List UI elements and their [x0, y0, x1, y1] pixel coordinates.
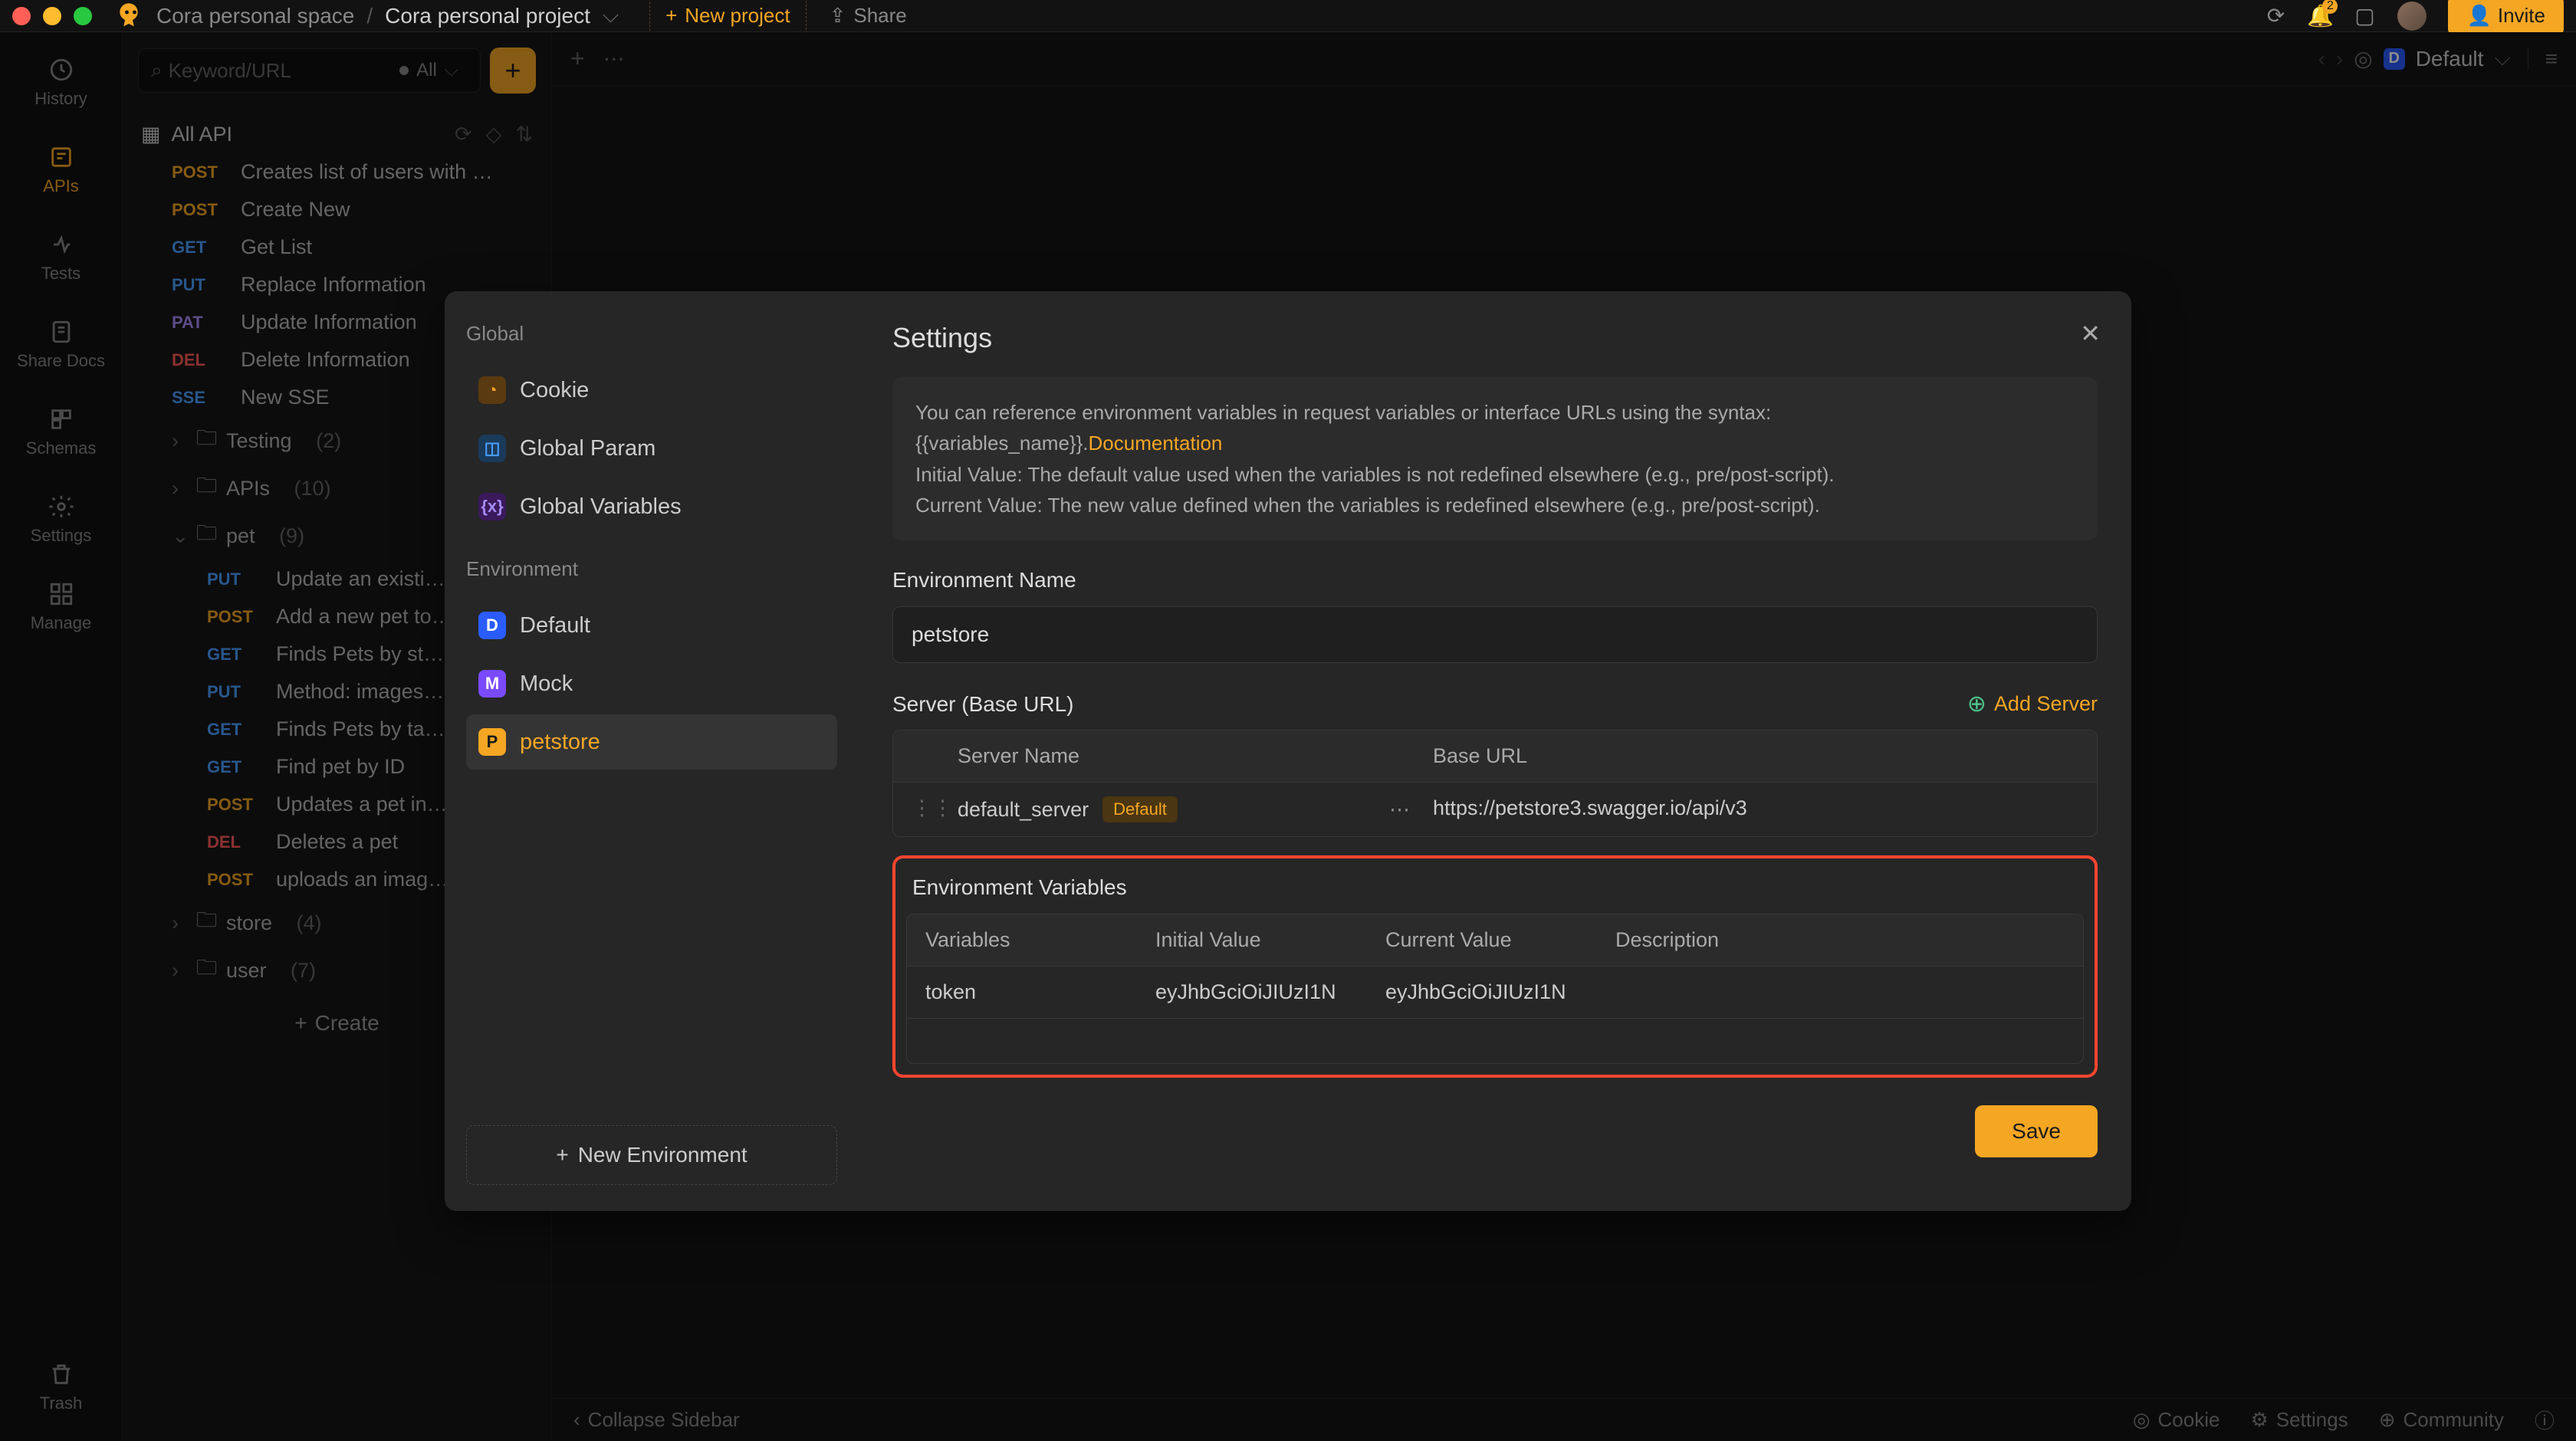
col-base-url: Base URL — [1433, 744, 2078, 768]
add-server-button[interactable]: ⊕Add Server — [1967, 691, 2098, 717]
modal-title: Settings — [892, 322, 2098, 354]
server-name: default_server — [958, 798, 1089, 822]
var-current[interactable]: eyJhbGciOiJIUzI1N — [1385, 980, 1615, 1004]
drag-handle-icon[interactable]: ⋮⋮ — [912, 796, 958, 822]
new-project-button[interactable]: + New project — [649, 0, 806, 36]
plus-icon: + — [665, 4, 677, 28]
documentation-link[interactable]: Documentation — [1089, 432, 1223, 455]
share-label: Share — [853, 4, 906, 28]
ms-env-petstore[interactable]: Ppetstore — [466, 714, 837, 770]
modal-sidebar: Global ◔Cookie ◫Global Param {x}Global V… — [445, 291, 859, 1211]
invite-label: Invite — [2498, 4, 2545, 28]
share-button[interactable]: ⇪ Share — [830, 4, 907, 28]
breadcrumb-space[interactable]: Cora personal space — [156, 4, 354, 28]
env-name-input[interactable] — [892, 606, 2098, 663]
plus-circle-icon: ⊕ — [1967, 691, 1986, 717]
share-icon: ⇪ — [830, 4, 846, 28]
ms-cookie[interactable]: ◔Cookie — [466, 363, 837, 418]
var-desc[interactable] — [1615, 980, 2065, 1004]
col-description: Description — [1615, 928, 2065, 952]
titlebar: Cora personal space / Cora personal proj… — [0, 0, 2576, 32]
breadcrumb-project[interactable]: Cora personal project — [385, 4, 590, 28]
var-name[interactable]: token — [925, 980, 1155, 1004]
modal-global-label: Global — [466, 322, 837, 346]
minimize-window[interactable] — [43, 7, 61, 25]
user-plus-icon: 👤 — [2466, 4, 2491, 28]
col-server-name: Server Name — [958, 744, 1433, 768]
default-tag: Default — [1102, 796, 1178, 822]
ms-global-vars[interactable]: {x}Global Variables — [466, 479, 837, 534]
env-vars-section: Environment Variables Variables Initial … — [892, 855, 2098, 1078]
chevron-down-icon[interactable]: ⌵ — [603, 3, 619, 28]
breadcrumb: Cora personal space / Cora personal proj… — [156, 3, 619, 28]
invite-button[interactable]: 👤 Invite — [2448, 0, 2564, 35]
avatar[interactable] — [2397, 2, 2426, 31]
sync-icon[interactable]: ⟳ — [2264, 5, 2287, 28]
param-icon: ◫ — [478, 435, 506, 462]
var-row-empty[interactable] — [907, 1019, 2083, 1063]
settings-modal: Global ◔Cookie ◫Global Param {x}Global V… — [445, 291, 2131, 1211]
vars-table: Variables Initial Value Current Value De… — [906, 914, 2084, 1064]
ms-global-param[interactable]: ◫Global Param — [466, 421, 837, 476]
app-logo-icon — [113, 1, 144, 31]
info-box: You can reference environment variables … — [892, 377, 2098, 540]
maximize-window[interactable] — [74, 7, 92, 25]
env-p-icon: P — [478, 728, 506, 756]
modal-main: Settings ✕ You can reference environment… — [859, 291, 2131, 1211]
server-label: Server (Base URL) — [892, 692, 1074, 717]
close-window[interactable] — [12, 7, 31, 25]
ms-env-mock[interactable]: MMock — [466, 656, 837, 711]
notif-badge: 2 — [2322, 0, 2338, 14]
more-icon[interactable]: ⋯ — [1389, 798, 1410, 822]
vars-icon: {x} — [478, 493, 506, 520]
server-row[interactable]: ⋮⋮ default_server Default ⋯ https://petsto… — [893, 783, 2097, 836]
cookie-icon: ◔ — [478, 376, 506, 404]
env-vars-label: Environment Variables — [906, 869, 2084, 914]
close-icon[interactable]: ✕ — [2080, 319, 2101, 348]
new-environment-button[interactable]: +New Environment — [466, 1125, 837, 1185]
col-initial-value: Initial Value — [1155, 928, 1385, 952]
plus-icon: + — [556, 1143, 568, 1167]
server-table: Server NameBase URL ⋮⋮ default_server Def… — [892, 730, 2098, 837]
env-d-icon: D — [478, 612, 506, 639]
env-name-label: Environment Name — [892, 568, 2098, 592]
calendar-icon[interactable]: ▢ — [2353, 5, 2376, 28]
col-variables: Variables — [925, 928, 1155, 952]
var-initial[interactable]: eyJhbGciOiJIUzI1N — [1155, 980, 1385, 1004]
bell-icon[interactable]: 🔔2 — [2308, 5, 2331, 28]
col-current-value: Current Value — [1385, 928, 1615, 952]
window-controls — [12, 7, 92, 25]
modal-env-label: Environment — [466, 557, 837, 581]
env-m-icon: M — [478, 670, 506, 698]
server-url[interactable]: https://petstore3.swagger.io/api/v3 — [1433, 796, 2078, 822]
new-project-label: New project — [685, 4, 790, 28]
ms-env-default[interactable]: DDefault — [466, 598, 837, 653]
var-row[interactable]: token eyJhbGciOiJIUzI1N eyJhbGciOiJIUzI1… — [907, 967, 2083, 1019]
save-button[interactable]: Save — [1975, 1105, 2098, 1157]
